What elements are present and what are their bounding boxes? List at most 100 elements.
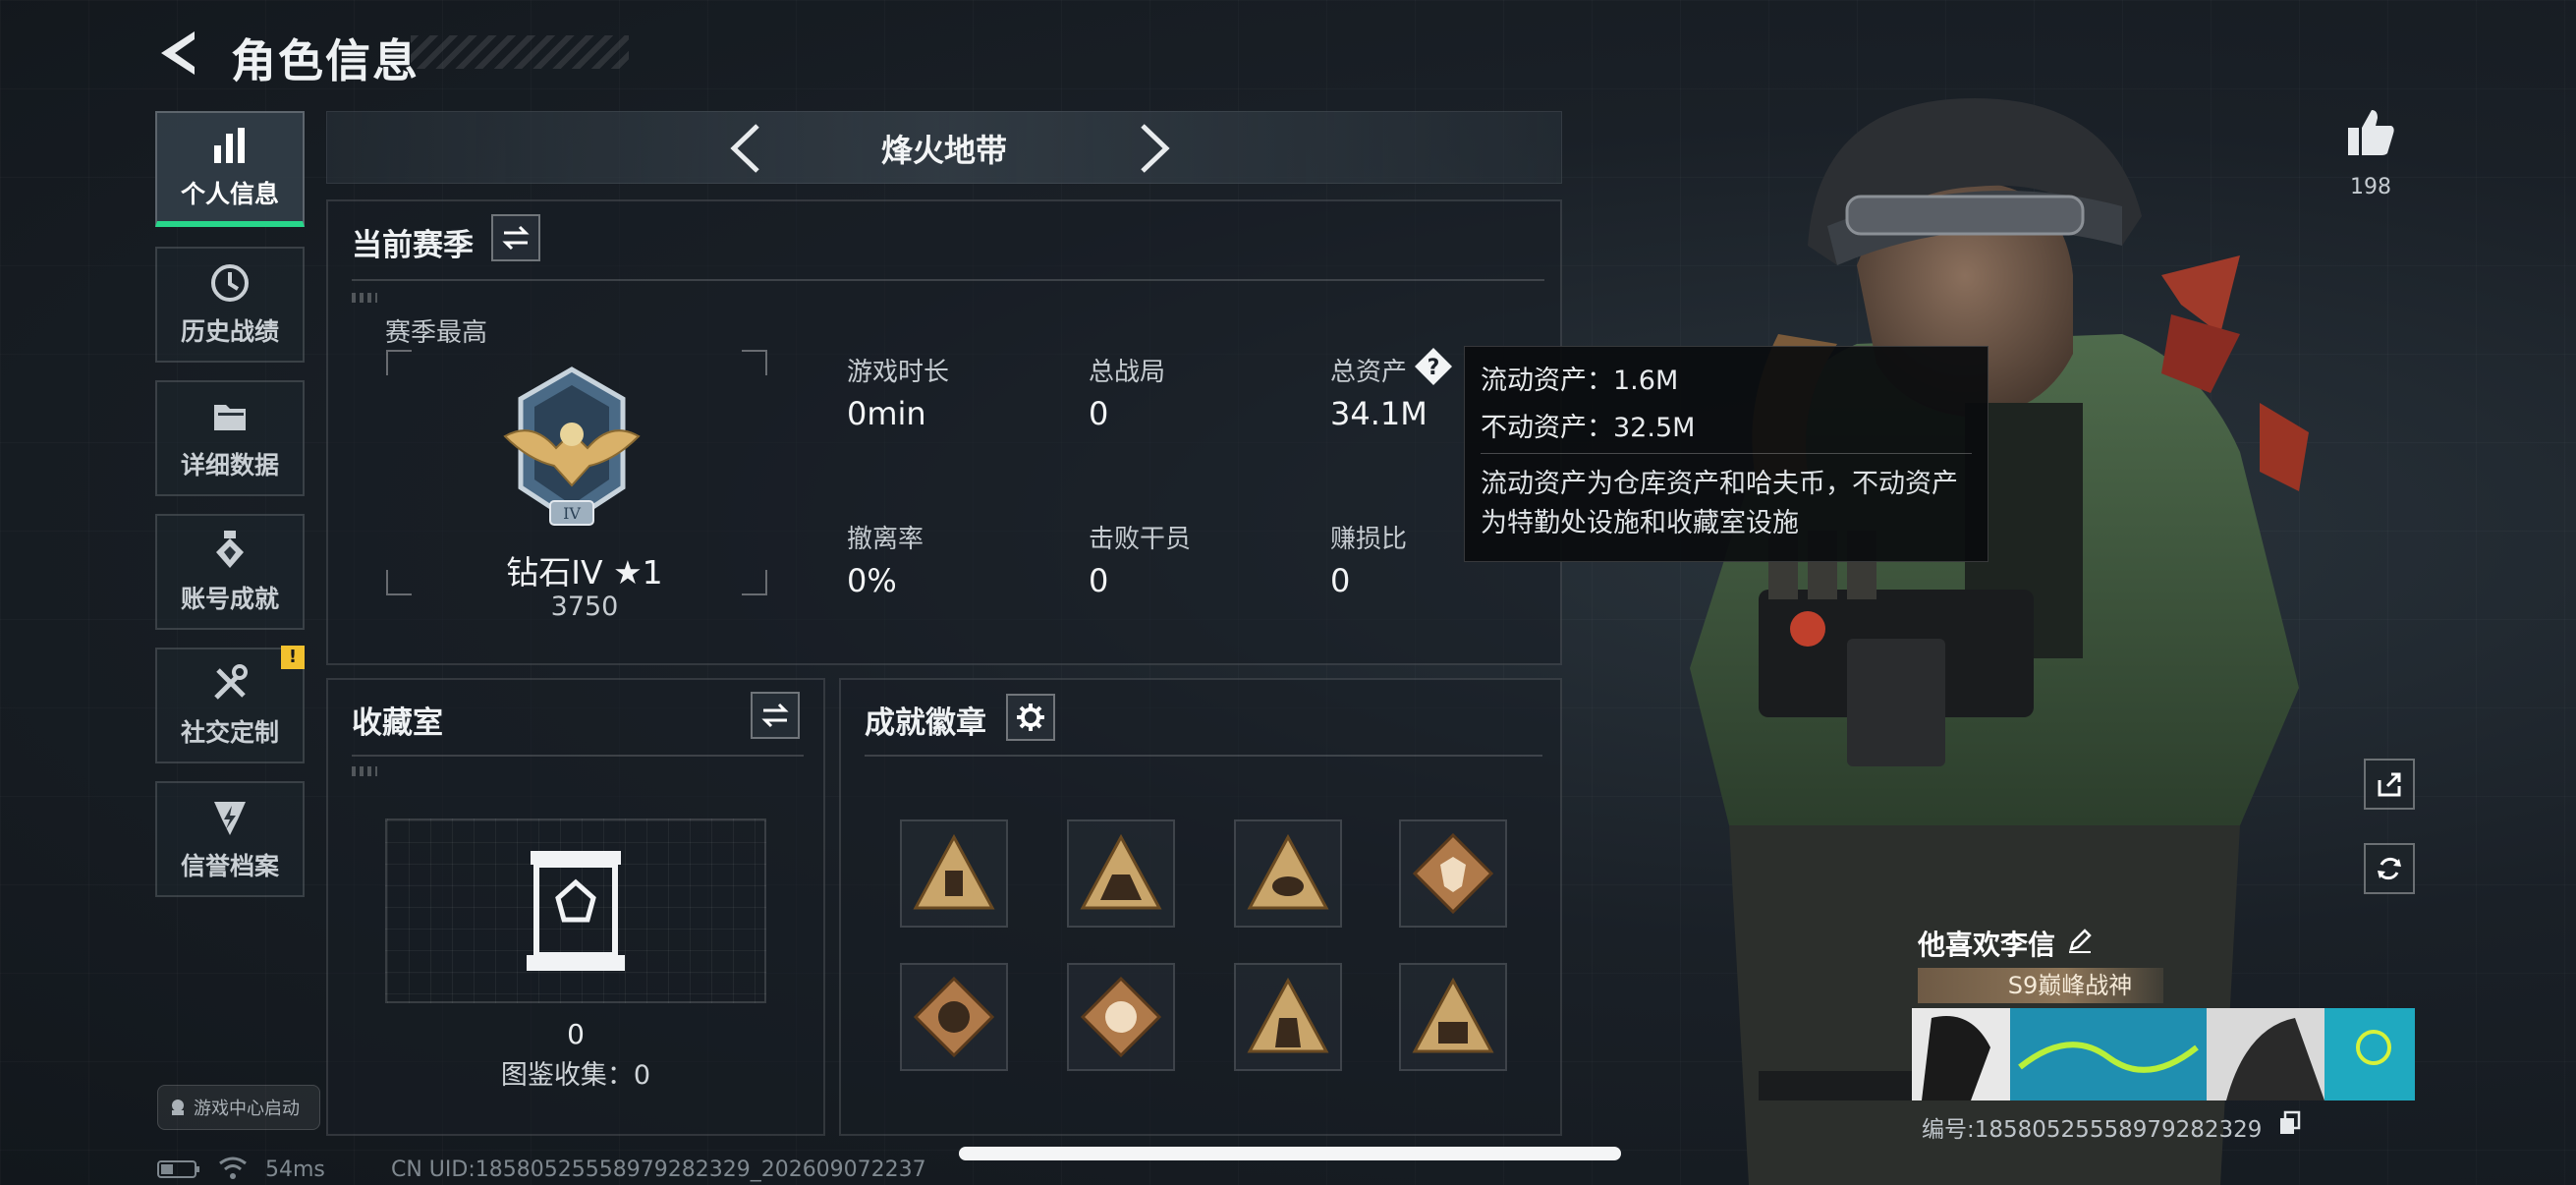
dragon-diamond-badge-icon [1080, 976, 1162, 1058]
battery-icon [157, 1160, 199, 1178]
nav-label: 详细数据 [180, 451, 279, 480]
folder-icon [214, 405, 246, 430]
stat-kills-value: 0 [1089, 562, 1109, 599]
rank-name: 钻石IV ★1 [506, 553, 663, 592]
player-banner-image[interactable] [1912, 1008, 2415, 1100]
player-id: 编号:18580525558979282329 [1922, 1117, 2263, 1143]
season-title: 当前赛季 [352, 228, 474, 263]
collection-count: 0 [567, 1018, 585, 1050]
triangle-badge-icon [913, 833, 995, 910]
stat-extract-rate-label: 撤离率 [847, 525, 924, 554]
tools-icon [214, 664, 248, 700]
swap-icon [761, 703, 789, 728]
stat-extract-rate-value: 0% [847, 562, 897, 599]
gear-icon [1017, 704, 1044, 731]
stat-total-assets-label: 总资产 [1330, 358, 1408, 387]
nav-item-details[interactable]: 详细数据 [155, 380, 305, 496]
switch-season-button[interactable] [491, 214, 540, 261]
divider [352, 279, 1544, 281]
divider [352, 755, 804, 757]
achievement-badge[interactable] [1234, 819, 1342, 928]
diamond-rank-emblem-icon: IV [503, 367, 641, 526]
tooltip-divider [1481, 453, 1972, 454]
achievement-badge[interactable] [900, 963, 1008, 1071]
next-mode-arrow-icon[interactable] [1125, 120, 1180, 177]
soldier-badge-icon [1080, 833, 1162, 910]
nav-item-achievements[interactable]: 账号成就 [155, 514, 305, 630]
decoration-mark [352, 766, 377, 776]
display-case-icon [527, 851, 625, 971]
game-center-icon [172, 1100, 184, 1115]
achievement-title: 成就徽章 [865, 705, 986, 741]
nav-item-social-custom[interactable]: 社交定制 ! [155, 646, 305, 763]
page-title: 角色信息 [231, 34, 420, 87]
collection-title: 收藏室 [352, 705, 443, 741]
rank-score: 3750 [550, 592, 619, 622]
achievement-badge[interactable] [1067, 963, 1175, 1071]
game-center-button[interactable]: 游戏中心启动 [157, 1085, 320, 1130]
achievement-badge[interactable] [1234, 963, 1342, 1071]
bag-badge-icon [1247, 977, 1329, 1053]
mode-title: 烽火地带 [880, 132, 1007, 169]
stat-playtime-value: 0min [847, 395, 926, 432]
title-decoration [411, 35, 629, 69]
mode-selector: 烽火地带 [326, 111, 1562, 184]
thumbs-up-icon[interactable] [2344, 106, 2397, 159]
achievement-settings-button[interactable] [1006, 694, 1055, 741]
nav-item-history[interactable]: 历史战绩 [155, 247, 305, 363]
assets-tooltip: 流动资产：1.6M 不动资产：32.5M 流动资产为仓库资产和哈夫币，不动资产为… [1464, 346, 1988, 562]
decoration-mark [352, 293, 377, 303]
stat-playtime-label: 游戏时长 [847, 358, 950, 387]
achievement-badge[interactable] [1067, 819, 1175, 928]
like-count: 198 [2350, 175, 2391, 199]
catalog-count: 图鉴收集：0 [500, 1060, 651, 1091]
wifi-icon [219, 1157, 247, 1179]
pyramid-badge-icon [1247, 833, 1329, 910]
nav-label: 历史战绩 [180, 317, 279, 346]
achievement-badge[interactable] [1399, 963, 1507, 1071]
divider [865, 755, 1542, 757]
nav-label: 个人信息 [180, 180, 279, 208]
svg-text:?: ? [1428, 356, 1440, 380]
stat-total-matches-value: 0 [1089, 395, 1109, 432]
dragon-diamond-badge-icon [913, 976, 995, 1058]
liquid-assets: 流动资产：1.6M [1481, 366, 1679, 396]
nav-item-reputation[interactable]: 信誉档案 [155, 781, 305, 897]
switch-collection-button[interactable] [751, 692, 800, 739]
help-question-icon[interactable]: ? [1414, 347, 1453, 386]
uid-footer: CN UID:18580525558979282329_202609072237 [391, 1157, 926, 1182]
svg-text:IV: IV [563, 504, 581, 523]
fixed-assets: 不动资产：32.5M [1481, 413, 1696, 443]
share-icon [2378, 772, 2401, 797]
s6-badge-icon [1412, 977, 1494, 1053]
stat-kills-label: 击败干员 [1089, 525, 1192, 554]
edit-pencil-icon[interactable] [2065, 926, 2095, 955]
swap-icon [502, 225, 530, 251]
achievement-badge[interactable] [1399, 819, 1507, 928]
nav-label: 信誉档案 [180, 852, 279, 880]
history-clock-icon [211, 264, 249, 302]
season-best-label: 赛季最高 [385, 318, 488, 348]
home-indicator[interactable] [959, 1147, 1621, 1160]
achievement-medal-icon [216, 531, 244, 568]
wolf-diamond-badge-icon [1412, 832, 1494, 915]
refresh-icon [2378, 857, 2401, 880]
stat-total-assets-value: 34.1M [1330, 395, 1428, 432]
notification-badge: ! [281, 646, 305, 669]
stat-total-matches-label: 总战局 [1089, 358, 1166, 387]
player-name: 他喜欢李信 [1918, 929, 2056, 961]
stat-profit-ratio-value: 0 [1330, 562, 1351, 599]
copy-icon[interactable] [2277, 1110, 2303, 1136]
achievement-badge[interactable] [900, 819, 1008, 928]
nav-item-personal-info[interactable]: 个人信息 [155, 111, 305, 227]
share-button[interactable] [2364, 759, 2415, 810]
nav-label: 社交定制 [180, 718, 279, 747]
player-title-tag: S9巅峰战神 [1918, 968, 2163, 1003]
back-arrow-icon[interactable] [155, 28, 206, 79]
assets-description: 流动资产为仓库资产和哈夫币，不动资产为特勤处设施和收藏室设施 [1481, 469, 1958, 538]
stat-profit-ratio-label: 赚损比 [1330, 525, 1408, 554]
shield-lightning-icon [214, 802, 246, 835]
nav-label: 账号成就 [180, 585, 279, 613]
refresh-button[interactable] [2364, 843, 2415, 894]
game-center-label: 游戏中心启动 [194, 1099, 300, 1119]
